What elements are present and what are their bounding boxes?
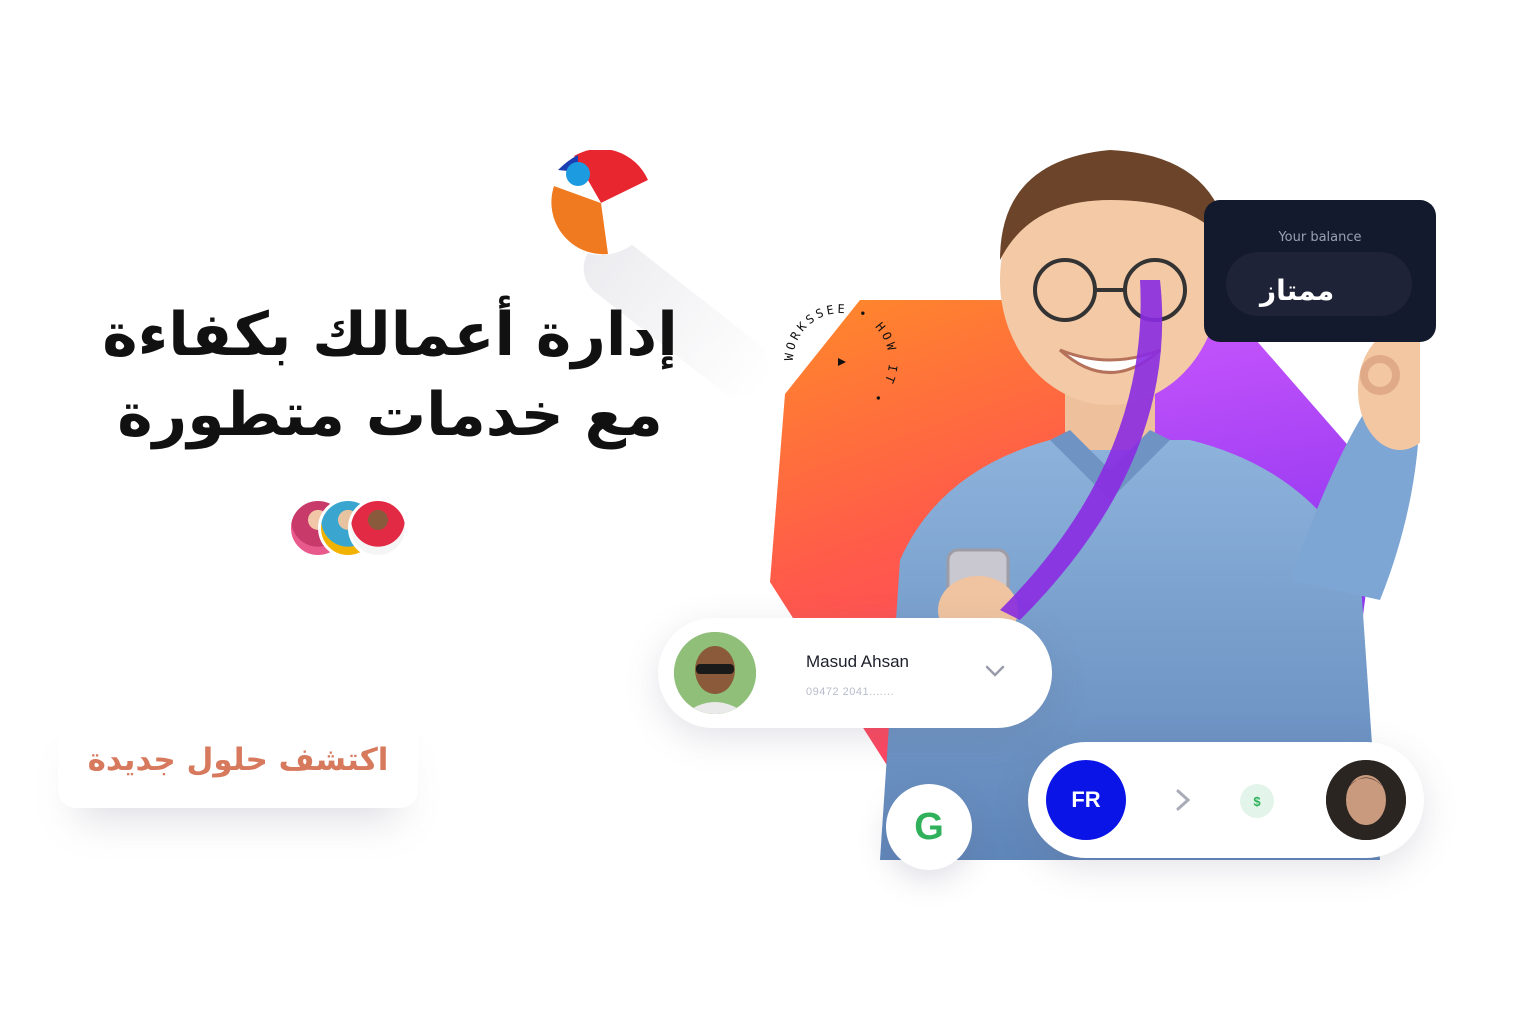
user-phone: 09472 2041....... xyxy=(806,686,895,698)
headline-line-2: مع خدمات متطورة xyxy=(117,380,663,450)
sender-initials: FR xyxy=(1071,787,1101,812)
google-letter: G xyxy=(914,805,944,848)
avatar-stack xyxy=(288,498,418,560)
user-name: Masud Ahsan xyxy=(806,652,910,671)
purple-ribbon xyxy=(1000,280,1163,620)
balance-label: Your balance xyxy=(1278,230,1362,245)
cta-label: اكتشف حلول جديدة xyxy=(87,742,389,778)
headline-line-1: إدارة أعمالك بكفاءة xyxy=(102,300,678,370)
user-card[interactable]: Masud Ahsan 09472 2041....... xyxy=(658,618,1052,728)
chevron-down-icon[interactable] xyxy=(982,658,1008,684)
svg-text:WORKSSEE • HOW IT •: WORKSSEE • HOW IT • xyxy=(782,302,900,407)
discover-solutions-button[interactable]: اكتشف حلول جديدة xyxy=(58,712,418,808)
balance-card: Your balance ممتاز xyxy=(1204,200,1436,342)
avatar xyxy=(348,498,408,558)
badge-text: WORKSSEE • HOW IT • xyxy=(782,302,897,407)
recipient-avatar[interactable] xyxy=(1326,760,1406,840)
dollar-icon: $ xyxy=(1240,784,1274,818)
how-it-works-badge: WORKSSEE • HOW IT • xyxy=(782,302,900,407)
balance-value: ممتاز xyxy=(1260,274,1335,307)
avatar xyxy=(674,632,756,714)
google-badge[interactable]: G xyxy=(886,784,972,870)
page-title: إدارة أعمالك بكفاءة مع خدمات متطورة xyxy=(100,295,680,455)
transfer-card: FR $ xyxy=(1028,742,1424,858)
currency-symbol: $ xyxy=(1253,793,1261,809)
sender-avatar[interactable]: FR xyxy=(1046,760,1126,840)
chevron-right-icon[interactable] xyxy=(1172,786,1194,814)
beach-ball-icon xyxy=(549,150,653,255)
